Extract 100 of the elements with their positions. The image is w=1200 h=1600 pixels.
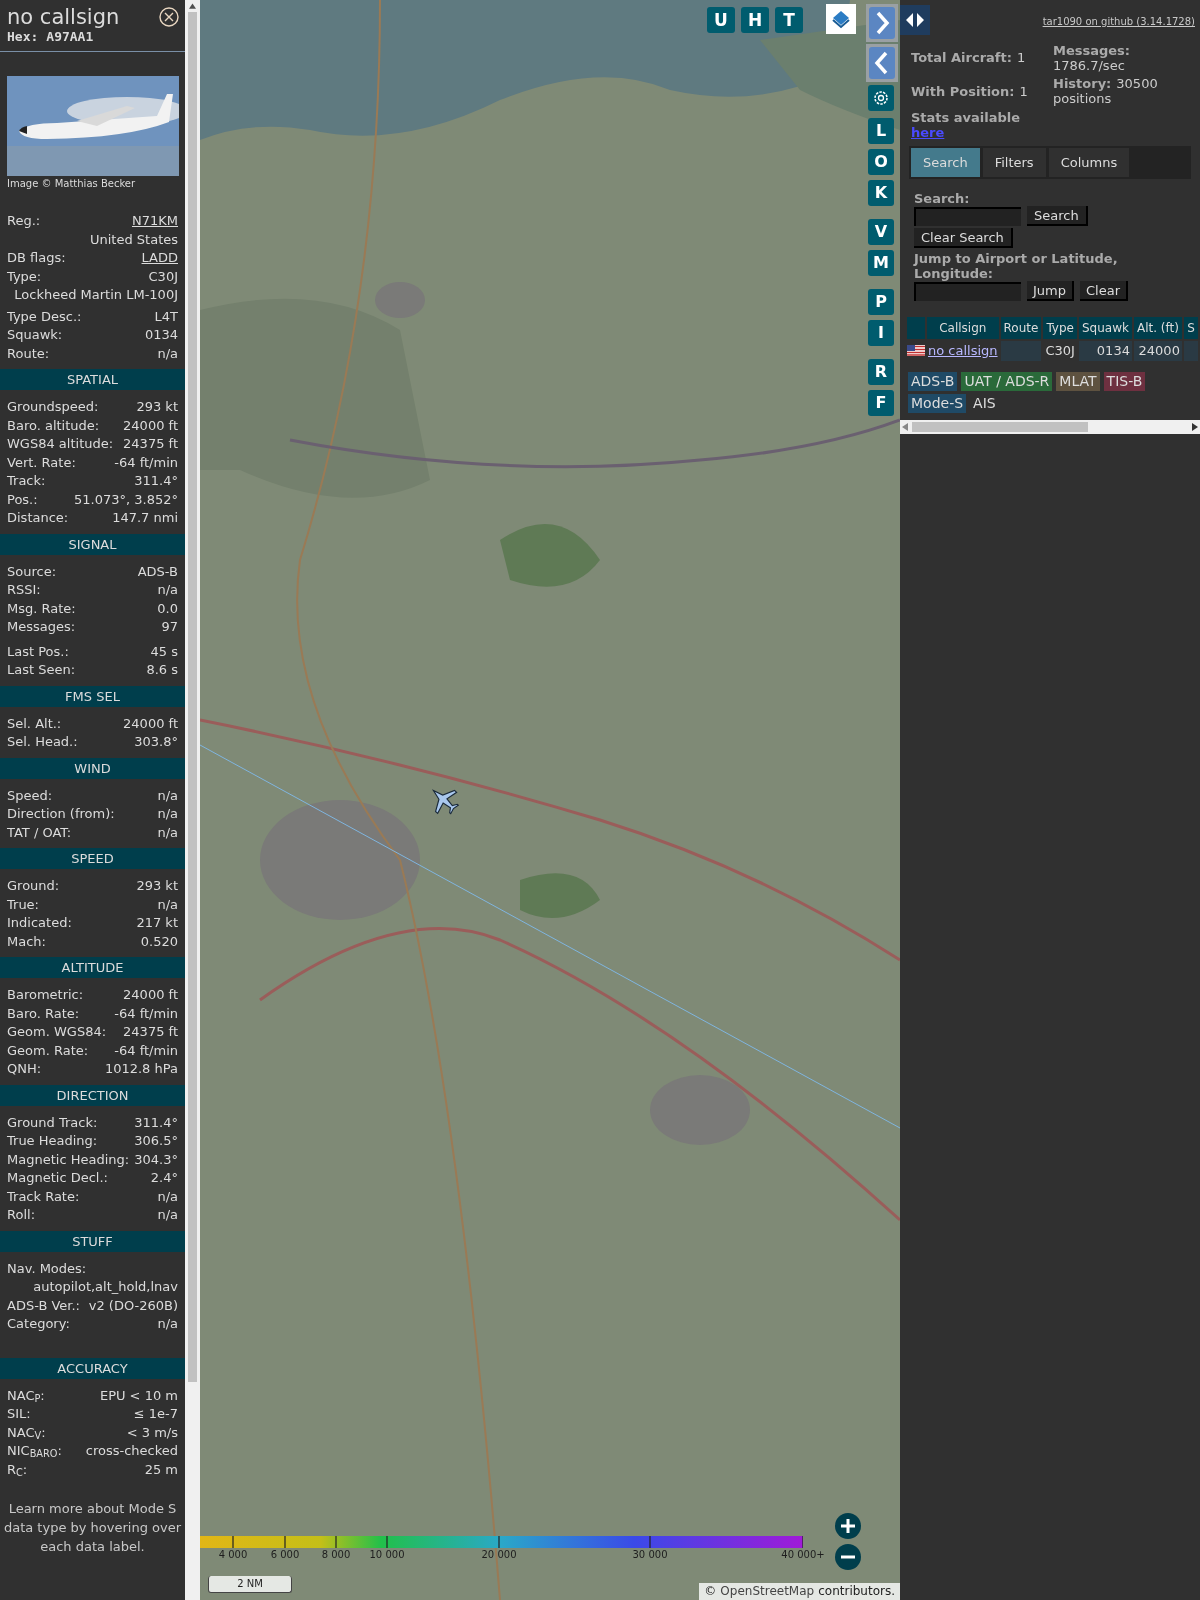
tab[interactable]: Search	[911, 148, 980, 177]
collapse-button[interactable]	[866, 44, 898, 82]
tab[interactable]: Columns	[1048, 148, 1130, 177]
section-header: STUFF	[0, 1230, 185, 1252]
close-icon[interactable]	[159, 7, 179, 27]
scroll-right-arrow-icon[interactable]	[1192, 422, 1198, 431]
field-label: Reg.:	[7, 212, 41, 230]
section-header: ACCURACY	[0, 1357, 185, 1379]
clear-button[interactable]: Clear	[1080, 281, 1128, 301]
toggle-panel-button[interactable]	[900, 5, 930, 35]
clear-search-button[interactable]: Clear Search	[914, 228, 1013, 248]
info-note: Learn more about Mode S data type by hovering over each data label.	[2, 1500, 183, 1556]
scrollbar-thumb[interactable]	[188, 12, 197, 1382]
field-label: Type:	[7, 267, 42, 286]
jump-button[interactable]: Jump	[1027, 281, 1074, 301]
stat-text: History: 30500 positions	[1053, 76, 1159, 106]
field-label: Groundspeed:	[7, 398, 99, 416]
settings-icon	[871, 88, 891, 108]
stat-label: Total Aircraft:	[911, 50, 1012, 65]
field-value: 8.6 s	[146, 661, 178, 679]
form-label: Jump to Airport or Latitude, Longitude:	[914, 251, 1119, 281]
search-input[interactable]	[914, 206, 1021, 226]
field-value: 24375 ft	[123, 435, 178, 453]
zoom-out-icon[interactable]	[835, 1544, 861, 1570]
section-header: SPATIAL	[0, 369, 185, 390]
map-button[interactable]: L	[868, 118, 894, 144]
attribution-link[interactable]: OpenStreetMap	[720, 1583, 815, 1600]
hex-value: A97AA1	[46, 29, 94, 45]
field-value: n/a	[157, 1315, 178, 1333]
layers-button[interactable]	[826, 4, 856, 34]
map-button[interactable]: K	[868, 180, 894, 206]
field-value: ADS-B	[137, 562, 178, 581]
field-label: Squawk:	[7, 326, 63, 344]
section-header: DIRECTION	[0, 1084, 185, 1106]
section-header: FMS SEL	[0, 685, 185, 707]
field-label: Last Seen:	[7, 661, 76, 679]
field-label: RSSI:	[7, 581, 41, 599]
map-button[interactable]: U	[707, 7, 735, 33]
section-header: ALTITUDE	[0, 957, 185, 978]
field-label: True Heading:	[7, 1132, 98, 1150]
field-value: 304.3°	[134, 1150, 178, 1169]
expand-button[interactable]	[866, 4, 898, 42]
scroll-up-arrow-icon[interactable]	[189, 3, 196, 9]
field-value: cross-checked	[85, 1442, 178, 1460]
section-header: SIGNAL	[0, 533, 185, 555]
jump-input[interactable]	[914, 281, 1021, 301]
zoom-in-icon[interactable]	[835, 1513, 861, 1539]
map-button[interactable]: M	[868, 250, 894, 276]
field-value: 306.5°	[134, 1132, 178, 1150]
map-button[interactable]: O	[868, 149, 894, 175]
column-header[interactable]: Squawk	[1078, 317, 1132, 339]
copyright-symbol: ©	[704, 1583, 717, 1600]
map-button[interactable]: T	[775, 7, 803, 33]
map-button[interactable]: V	[868, 219, 894, 245]
field-label: Last Pos.:	[7, 642, 69, 661]
scroll-left-arrow-icon[interactable]	[902, 422, 908, 431]
scale-label: 10 000	[369, 1549, 405, 1561]
field-value: 217 kt	[136, 914, 178, 932]
field-label: True:	[7, 895, 39, 914]
flag-icon	[907, 345, 925, 357]
field-value: 293 kt	[136, 877, 178, 895]
map-button[interactable]: I	[868, 320, 894, 346]
field-value: n/a	[157, 1206, 178, 1224]
field-value: -64 ft/min	[114, 453, 178, 472]
field-value: 24000 ft	[123, 986, 178, 1004]
tab[interactable]: Filters	[982, 148, 1046, 177]
column-header[interactable]: Type	[1043, 317, 1077, 339]
column-header[interactable]: Route	[1000, 317, 1042, 339]
field-label: R$_{C}$:	[7, 1460, 28, 1479]
field-value: 311.4°	[134, 472, 178, 490]
callsign-link[interactable]: no callsign	[928, 343, 998, 358]
field-link[interactable]: LADD	[141, 249, 178, 268]
map-button[interactable]: F	[868, 390, 894, 416]
field-value: v2 (DO-260B)	[88, 1296, 178, 1315]
map-button[interactable]: R	[868, 359, 894, 385]
field-value: 45 s	[150, 642, 178, 661]
field-label: Baro. Rate:	[7, 1004, 80, 1023]
scrollbar-thumb[interactable]	[912, 421, 1088, 432]
github-link[interactable]: tar1090 on github (3.14.1728)	[1042, 14, 1195, 29]
field-value: 97	[161, 618, 178, 636]
layers-icon	[831, 9, 851, 29]
settings-button[interactable]	[868, 85, 894, 111]
field-label: NIC$_{BARO}$:	[7, 1442, 62, 1461]
field-label: Geom. WGS84:	[7, 1023, 107, 1041]
callsign-title: no callsign	[7, 5, 120, 29]
column-header[interactable]: S	[1183, 317, 1198, 339]
column-header[interactable]: Alt. (ft)	[1133, 317, 1182, 339]
map-button[interactable]: H	[741, 7, 769, 33]
stat-label: Stats available	[911, 110, 1022, 125]
map-button[interactable]: P	[868, 289, 894, 315]
field-label: Sel. Alt.:	[7, 714, 62, 733]
field-label: Pos.:	[7, 490, 38, 509]
field-value: 0.0	[157, 599, 178, 618]
field-link[interactable]: N71KM	[132, 212, 178, 231]
scale-label: 4 000	[218, 1549, 248, 1561]
column-header[interactable]: Callsign	[927, 317, 999, 339]
field-value: ≤ 1e-7	[133, 1405, 178, 1423]
field-value: 147.7 nmi	[112, 509, 178, 527]
chevron-left-icon	[869, 47, 895, 79]
search-button[interactable]: Search	[1027, 206, 1088, 226]
